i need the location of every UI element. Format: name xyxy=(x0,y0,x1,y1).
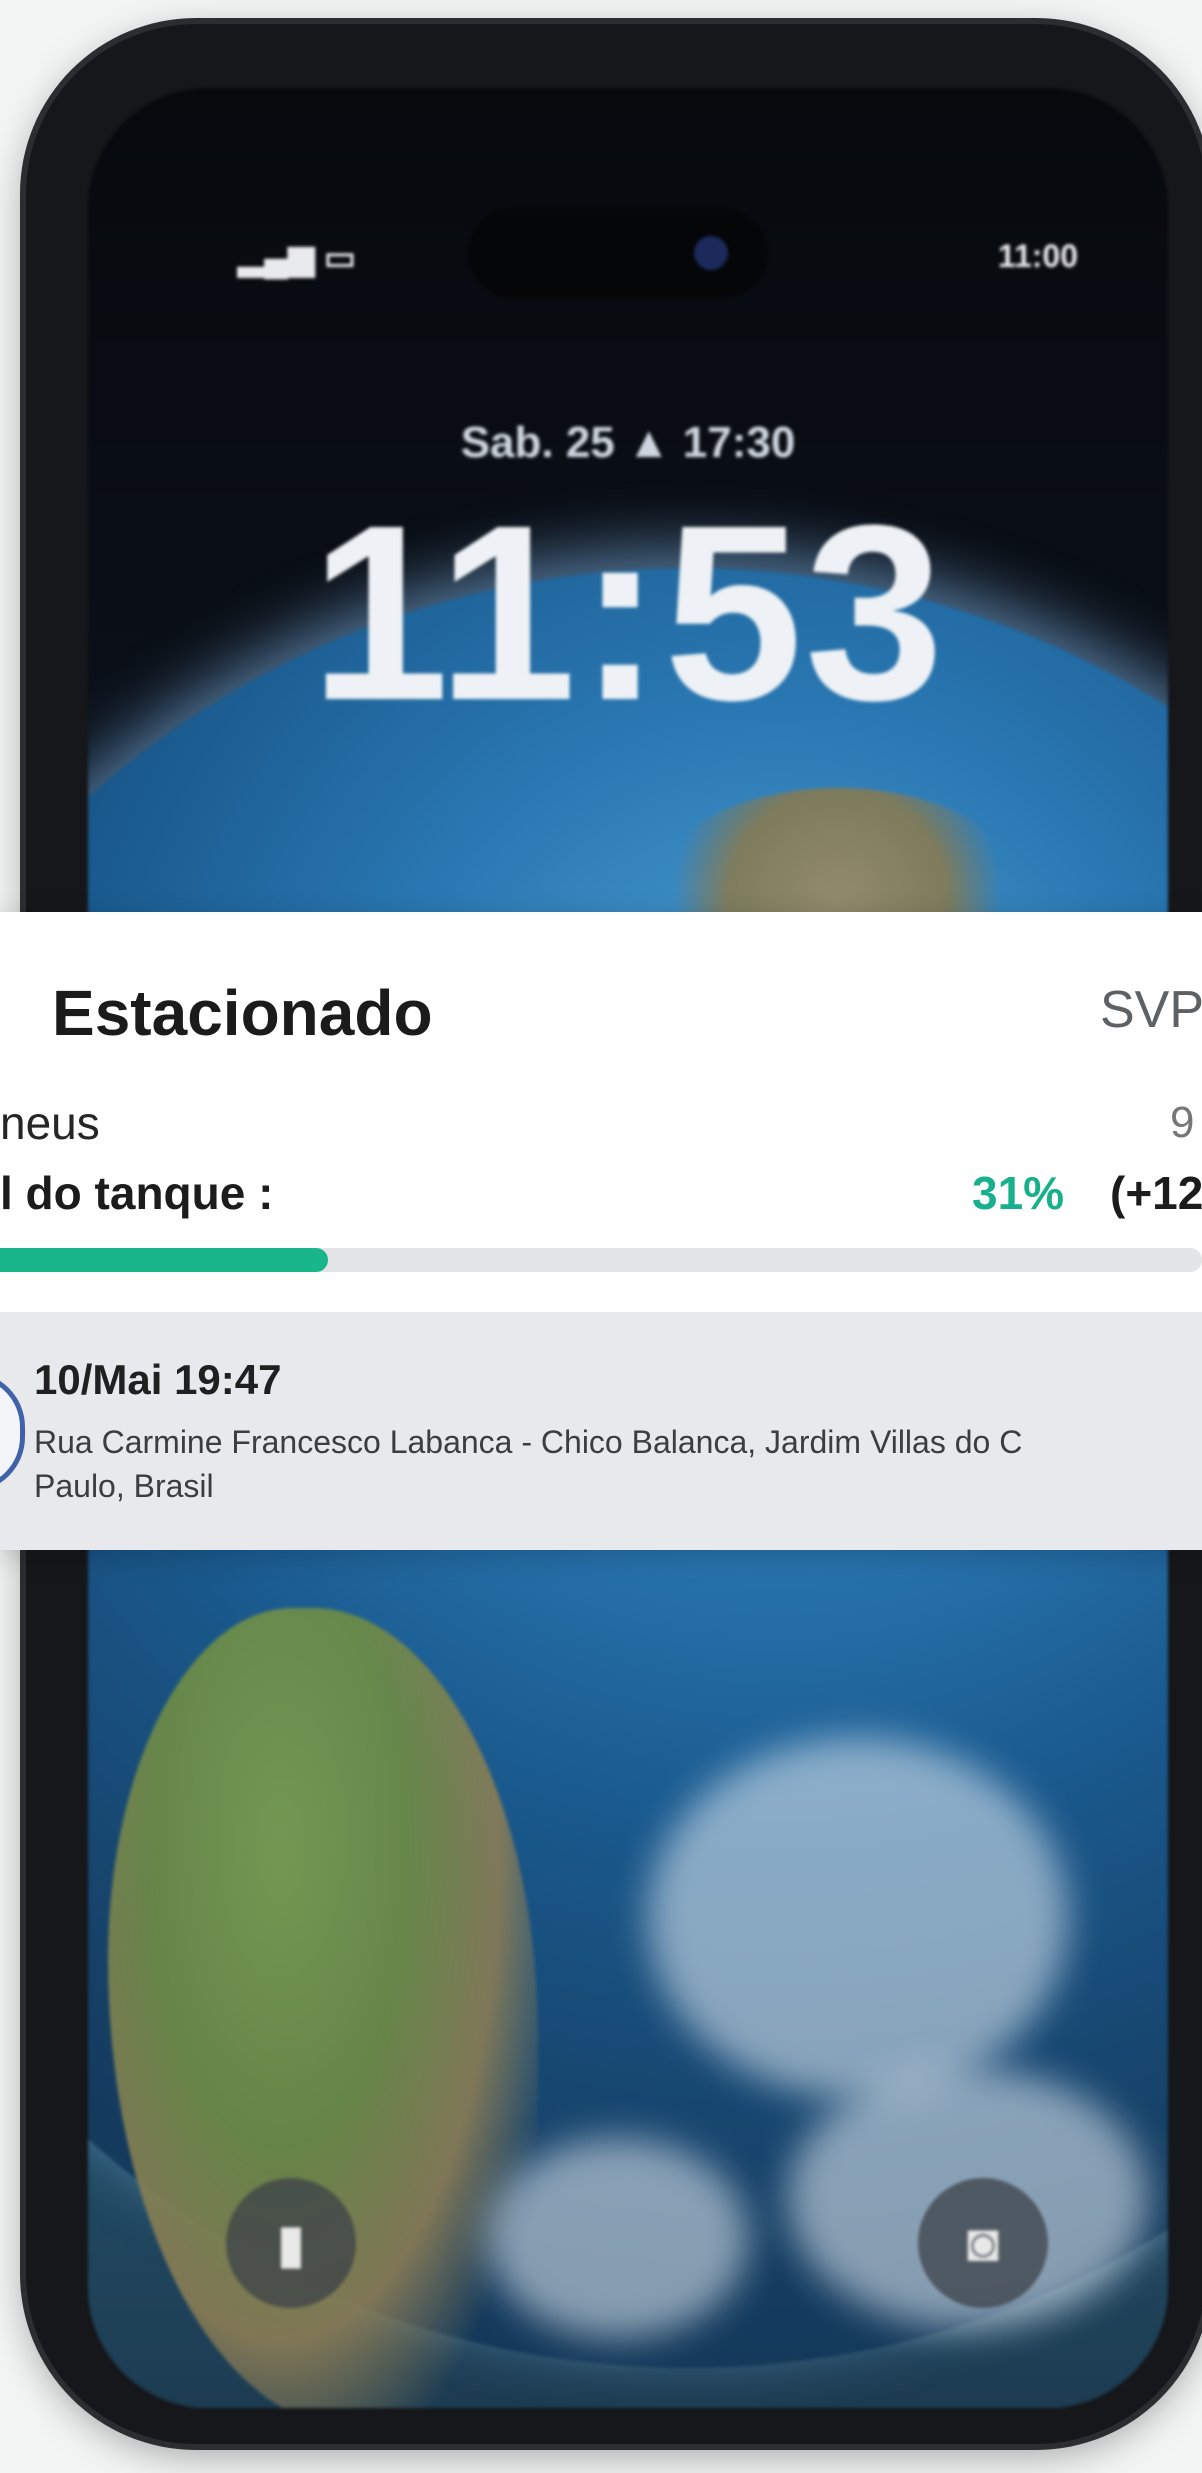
tank-level-label: l do tanque : xyxy=(0,1167,274,1219)
tank-percent: 31% xyxy=(972,1167,1065,1219)
lock-date-line: Sab. 25 ▲ 17:30 xyxy=(460,418,796,467)
status-right-text: 11:00 xyxy=(997,238,1078,274)
flashlight-icon: ▮ xyxy=(276,2213,306,2274)
tires-value: 9 xyxy=(1170,1098,1195,1147)
tires-label: neus xyxy=(0,1097,100,1149)
lock-clock: 11:53 xyxy=(310,473,946,752)
cloud-swirl xyxy=(648,1738,1068,2098)
notification-title: Estacionado xyxy=(52,977,433,1049)
flashlight-button[interactable]: ▮ xyxy=(226,2178,356,2308)
camera-button[interactable]: ◙ xyxy=(918,2178,1048,2308)
event-time: 10/Mai 19:47 xyxy=(34,1356,282,1403)
event-address: Rua Carmine Francesco Labanca - Chico Ba… xyxy=(34,1424,1023,1504)
front-camera-icon xyxy=(694,236,728,270)
vehicle-plate: SVP xyxy=(1100,981,1202,1039)
fuel-progress-track xyxy=(0,1248,1202,1272)
location-avatar-icon xyxy=(0,1372,25,1492)
dynamic-island xyxy=(468,208,768,298)
cellular-signal-icon: ▂▄▆ ▭ xyxy=(238,239,356,277)
last-event-row[interactable]: 10/Mai 19:47 Rua Carmine Francesco Laban… xyxy=(0,1312,1202,1550)
cloud-patch xyxy=(488,2138,748,2338)
fuel-progress-fill xyxy=(0,1248,328,1272)
tank-delta: (+12 xyxy=(1110,1167,1202,1219)
parking-notification-card[interactable]: Estacionado SVP neus 9 l do tanque : 31%… xyxy=(0,912,1202,1550)
camera-icon: ◙ xyxy=(966,2213,1000,2273)
